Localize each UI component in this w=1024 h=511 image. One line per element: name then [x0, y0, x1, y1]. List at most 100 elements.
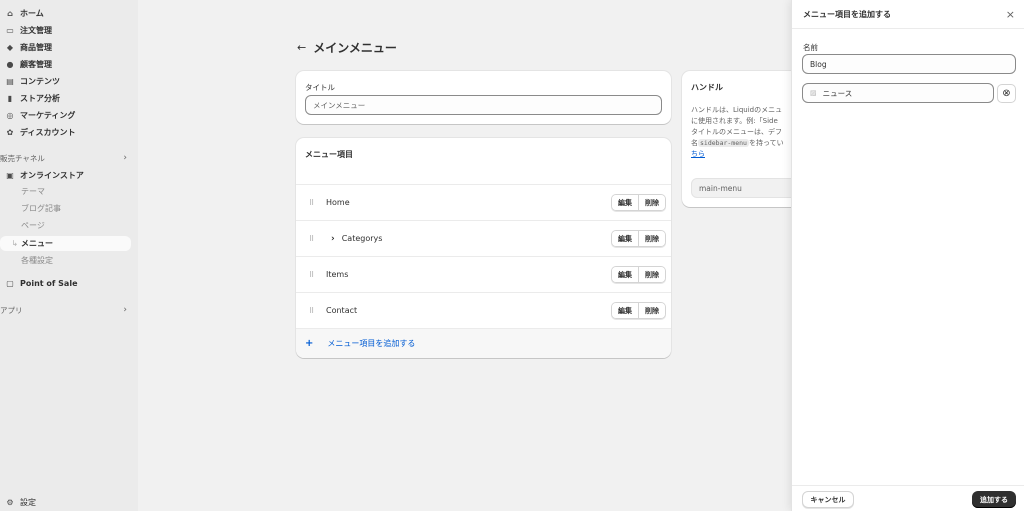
sidebar-item-label: ストア分析 — [20, 93, 60, 103]
sidebar-item-customers[interactable]: ● 顧客管理 — [0, 56, 131, 72]
edit-button[interactable]: 編集 — [612, 303, 638, 318]
title-card: タイトル メインメニュー — [296, 71, 671, 124]
sidebar-item-label: マーケティング — [20, 110, 76, 120]
sidebar-subitem-label: ページ — [21, 221, 45, 230]
menu-item-row[interactable]: ⠿ › Categorys 編集 削除 — [296, 220, 671, 256]
tree-branch-icon: ↳ — [11, 239, 18, 248]
plus-icon: + — [305, 338, 314, 349]
cancel-button-label: キャンセル — [810, 495, 846, 504]
sidebar-subitem-themes[interactable]: テーマ — [21, 184, 45, 199]
add-menu-item-button[interactable]: + メニュー項目を追加する — [296, 328, 671, 358]
drag-handle-icon[interactable]: ⠿ — [309, 199, 319, 207]
sidebar-item-discounts[interactable]: ✿ ディスカウント — [0, 124, 131, 140]
menu-item-name: Home — [326, 198, 350, 207]
sidebar-subitem-pages[interactable]: ページ — [21, 218, 45, 233]
sidebar-subitem-navigation[interactable]: ↳ メニュー — [0, 236, 131, 251]
clear-link-button[interactable]: ⊗ — [997, 84, 1016, 103]
menu-items-card: メニュー項目 ⠿ Home 編集 削除 ⠿ › Categorys 編集 削除 … — [296, 138, 671, 358]
drag-handle-icon[interactable]: ⠿ — [309, 271, 319, 279]
sidebar-item-home[interactable]: ⌂ ホーム — [0, 5, 131, 21]
sidebar-item-label: 商品管理 — [20, 42, 52, 52]
sidebar-item-label: オンラインストア — [20, 170, 84, 180]
handle-input-value: main-menu — [699, 183, 742, 193]
target-icon: ◎ — [6, 110, 14, 120]
chevron-right-icon: › — [123, 305, 127, 315]
page-header: ← メインメニュー — [297, 39, 397, 56]
sidebar-subitem-preferences[interactable]: 各種設定 — [21, 253, 53, 268]
sidebar-item-label: 顧客管理 — [20, 59, 52, 69]
sidebar-item-analytics[interactable]: ▮ ストア分析 — [0, 90, 131, 106]
panel-title: メニュー項目を追加する — [803, 9, 891, 19]
delete-button[interactable]: 削除 — [638, 303, 665, 318]
sidebar-item-label: 設定 — [20, 497, 36, 507]
menu-item-name: Items — [326, 270, 349, 279]
back-arrow-icon[interactable]: ← — [297, 41, 306, 54]
sidebar-item-content[interactable]: ▤ コンテンツ — [0, 73, 131, 89]
link-input[interactable]: ▨ ニュース — [802, 83, 994, 103]
store-icon: ▣ — [6, 170, 14, 180]
close-icon[interactable]: × — [1006, 8, 1015, 21]
menu-item-name: Categorys — [341, 234, 383, 243]
page-title: メインメニュー — [313, 41, 397, 55]
menu-item-row[interactable]: ⠿ Contact 編集 削除 — [296, 292, 671, 328]
menu-item-name: Contact — [326, 306, 358, 315]
handle-desc-text: を持ってい — [748, 139, 784, 147]
menu-item-row[interactable]: ⠿ Items 編集 削除 — [296, 256, 671, 292]
edit-button[interactable]: 編集 — [612, 231, 638, 246]
sidebar-item-orders[interactable]: ▭ 注文管理 — [0, 22, 131, 38]
edit-button[interactable]: 編集 — [612, 267, 638, 282]
sidebar-item-label: Point of Sale — [20, 278, 78, 288]
sidebar: ⌂ ホーム ▭ 注文管理 ◆ 商品管理 ● 顧客管理 ▤ コンテンツ ▮ ストア… — [0, 0, 138, 511]
drag-handle-icon[interactable]: ⠿ — [309, 235, 319, 243]
sidebar-subitem-label: 各種設定 — [21, 256, 53, 265]
apps-section[interactable]: アプリ › — [0, 303, 131, 317]
sales-channels-section[interactable]: 販売チャネル › — [0, 151, 131, 165]
sidebar-subitem-label: メニュー — [21, 239, 53, 248]
title-input-value: メインメニュー — [313, 100, 366, 110]
sales-channels-label: 販売チャネル — [0, 153, 45, 163]
drag-handle-icon[interactable]: ⠿ — [309, 307, 319, 315]
name-input[interactable]: Blog — [802, 54, 1016, 74]
sidebar-item-label: コンテンツ — [20, 76, 60, 86]
handle-heading: ハンドル — [691, 83, 723, 92]
delete-button[interactable]: 削除 — [638, 195, 665, 210]
cancel-button[interactable]: キャンセル — [802, 491, 854, 508]
name-field-label: 名前 — [803, 43, 818, 52]
menu-item-actions: 編集 削除 — [611, 302, 666, 319]
menu-item-actions: 編集 削除 — [611, 230, 666, 247]
home-icon: ⌂ — [7, 8, 13, 18]
chevron-right-icon[interactable]: › — [331, 234, 335, 244]
delete-button[interactable]: 削除 — [638, 231, 665, 246]
sidebar-item-products[interactable]: ◆ 商品管理 — [0, 39, 131, 55]
pos-icon: ▢ — [6, 278, 14, 288]
name-input-value: Blog — [810, 59, 827, 69]
menu-items-heading: メニュー項目 — [305, 150, 353, 159]
sidebar-item-label: ディスカウント — [20, 127, 76, 137]
sidebar-item-pos[interactable]: ▢ Point of Sale — [0, 275, 131, 291]
code-snippet: sidebar-menu — [698, 139, 749, 147]
delete-button[interactable]: 削除 — [638, 267, 665, 282]
menu-item-actions: 編集 削除 — [611, 266, 666, 283]
add-button-label: 追加する — [980, 495, 1008, 504]
sidebar-subitem-label: テーマ — [21, 187, 45, 196]
add-menu-item-label: メニュー項目を追加する — [327, 339, 416, 348]
sidebar-subitem-blog-posts[interactable]: ブログ記事 — [21, 201, 61, 216]
panel-header: メニュー項目を追加する × — [792, 0, 1024, 29]
title-input[interactable]: メインメニュー — [305, 95, 662, 115]
handle-desc-text: 名 — [691, 139, 698, 147]
add-button[interactable]: 追加する — [972, 491, 1016, 508]
sidebar-item-label: 注文管理 — [20, 25, 52, 35]
sidebar-item-settings[interactable]: ⚙ 設定 — [0, 494, 131, 510]
link-input-value: ニュース — [822, 88, 853, 98]
content-icon: ▤ — [6, 76, 14, 86]
sidebar-item-label: ホーム — [20, 8, 44, 18]
menu-item-actions: 編集 削除 — [611, 194, 666, 211]
page-icon: ▨ — [810, 89, 817, 97]
sidebar-subitem-label: ブログ記事 — [21, 204, 61, 213]
clear-circle-icon: ⊗ — [1002, 88, 1011, 99]
sidebar-item-online-store[interactable]: ▣ オンラインストア — [0, 167, 131, 183]
menu-item-row[interactable]: ⠿ Home 編集 削除 — [296, 184, 671, 220]
apps-label: アプリ — [0, 305, 23, 315]
sidebar-item-marketing[interactable]: ◎ マーケティング — [0, 107, 131, 123]
edit-button[interactable]: 編集 — [612, 195, 638, 210]
